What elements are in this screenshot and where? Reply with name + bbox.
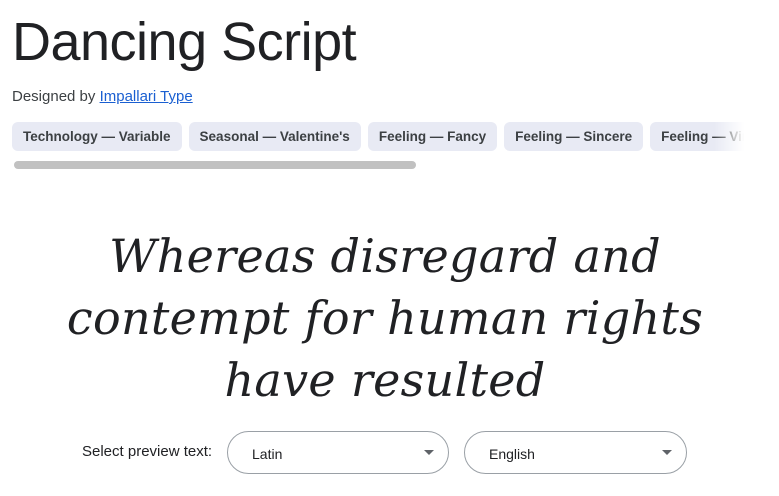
caret-down-icon xyxy=(662,450,672,455)
caret-down-icon xyxy=(424,450,434,455)
script-select-value: Latin xyxy=(252,446,283,462)
chips-scrollbar[interactable] xyxy=(12,160,744,170)
designer-line: Designed by Impallari Type xyxy=(12,87,193,107)
designer-link[interactable]: Impallari Type xyxy=(100,88,193,105)
tag-chip[interactable]: Seasonal — Valentine's xyxy=(188,122,361,151)
font-preview-text: Whereas disregard and contempt for human… xyxy=(66,229,704,407)
tag-chip[interactable]: Feeling — Sincere xyxy=(504,122,644,151)
language-select-value: English xyxy=(489,446,535,462)
tag-chips-scroller[interactable]: Technology — Variable Seasonal — Valenti… xyxy=(12,122,744,152)
tag-chip[interactable]: Technology — Variable xyxy=(12,122,182,151)
designer-prefix: Designed by xyxy=(12,88,100,105)
tag-chips: Technology — Variable Seasonal — Valenti… xyxy=(12,122,744,151)
tag-chip[interactable]: Feeling — Fancy xyxy=(367,122,498,151)
language-select[interactable]: English xyxy=(464,431,687,474)
script-select[interactable]: Latin xyxy=(227,431,449,474)
chips-fade-overlay xyxy=(714,122,744,152)
font-specimen-page: Dancing Script Designed by Impallari Typ… xyxy=(0,0,779,496)
page-title: Dancing Script xyxy=(12,12,357,72)
chips-scrollbar-thumb[interactable] xyxy=(14,161,416,169)
preview-text-label: Select preview text: xyxy=(82,443,213,460)
